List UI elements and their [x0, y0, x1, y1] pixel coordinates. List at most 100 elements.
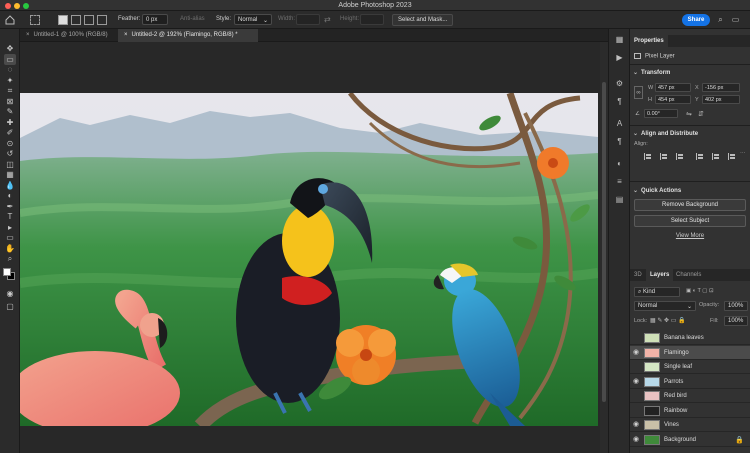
dodge-icon[interactable]: ◐ — [4, 190, 16, 201]
screen-mode-icon[interactable]: ▢ — [4, 301, 16, 312]
foreground-color-swatch[interactable] — [3, 268, 11, 276]
brush-icon[interactable]: ✐ — [4, 127, 16, 138]
quick-mask-icon[interactable]: ◉ — [4, 288, 16, 299]
search-icon[interactable]: ⌕ — [716, 15, 725, 24]
remove-background-button[interactable]: Remove Background — [634, 199, 746, 211]
home-icon[interactable] — [5, 15, 15, 25]
frame-icon[interactable]: ⊠ — [4, 96, 16, 107]
height-input[interactable] — [360, 14, 384, 25]
visibility-eye-icon[interactable] — [633, 363, 640, 370]
marquee-tool-icon[interactable] — [30, 15, 40, 25]
history-brush-icon[interactable]: ↺ — [4, 148, 16, 159]
grid-icon[interactable]: ▦ — [614, 35, 625, 45]
adjust-icon[interactable]: ◐ — [614, 159, 625, 169]
stamp-icon[interactable]: ⊙ — [4, 138, 16, 149]
width-input[interactable] — [296, 14, 320, 25]
lasso-icon[interactable]: ◌ — [4, 64, 16, 75]
layer-row[interactable]: Red bird — [630, 389, 750, 403]
sliders-icon[interactable]: ≡ — [614, 177, 625, 187]
feather-input[interactable]: 0 px — [142, 14, 168, 25]
visibility-eye-icon[interactable]: ◉ — [633, 421, 640, 428]
visibility-eye-icon[interactable] — [633, 334, 640, 341]
visibility-eye-icon[interactable] — [633, 407, 640, 414]
lock-options-icons[interactable]: ▦ ✎ ✥ ▭ 🔒 — [650, 317, 686, 324]
paragraph-icon[interactable]: ¶ — [614, 97, 625, 107]
quick-actions-header[interactable]: ⌄ Quick Actions — [633, 187, 681, 194]
visibility-eye-icon[interactable]: ◉ — [633, 349, 640, 356]
healing-icon[interactable]: ✚ — [4, 117, 16, 128]
zoom-icon[interactable]: ⌕ — [4, 253, 16, 264]
pen-icon[interactable]: ✒ — [4, 201, 16, 212]
width-field[interactable]: 457 px — [655, 83, 691, 92]
swatches-icon[interactable]: ▤ — [614, 195, 625, 205]
align-bottom-icon[interactable] — [728, 153, 736, 160]
layer-row[interactable]: Single leaf — [630, 360, 750, 374]
new-selection-icon[interactable] — [58, 15, 68, 25]
share-button[interactable]: Share — [682, 14, 710, 26]
properties-icon[interactable]: ⚙ — [614, 79, 625, 89]
filter-kind-select[interactable]: ⌕ Kind — [634, 287, 680, 297]
style-select[interactable]: Normal ⌄ — [234, 14, 272, 25]
layer-row[interactable]: ◉ Flamingo — [630, 345, 750, 360]
align-left-icon[interactable] — [644, 153, 652, 160]
layer-row[interactable]: ◉ Parrots — [630, 375, 750, 389]
height-field[interactable]: 454 px — [655, 95, 691, 104]
close-tab-icon[interactable]: × — [124, 32, 128, 38]
swap-dimensions-icon[interactable]: ⇄ — [324, 15, 334, 25]
object-select-icon[interactable]: ✦ — [4, 75, 16, 86]
text-icon[interactable]: A — [614, 119, 625, 129]
antialias-checkbox[interactable]: Anti-alias — [180, 16, 205, 22]
flip-horizontal-icon[interactable]: ⇋ — [686, 110, 692, 118]
tab-layers[interactable]: Layers — [646, 269, 674, 281]
paragraph-style-icon[interactable]: ¶ — [614, 137, 625, 147]
y-field[interactable]: 402 px — [702, 95, 740, 104]
angle-field[interactable]: 0.00° — [644, 109, 678, 118]
align-section-header[interactable]: ⌄ Align and Distribute — [633, 130, 698, 137]
blur-icon[interactable]: 💧 — [4, 180, 16, 191]
canvas-workspace[interactable] — [20, 42, 600, 453]
tab-channels[interactable]: Channels — [672, 269, 705, 281]
path-select-icon[interactable]: ▸ — [4, 222, 16, 233]
view-more-link[interactable]: View More — [630, 233, 750, 239]
artwork-canvas[interactable] — [20, 93, 598, 426]
tab-untitled-2[interactable]: × Untitled-2 @ 192% (Flamingo, RGB/8) * — [118, 29, 258, 42]
layer-row[interactable]: ◉ Background 🔒 — [630, 433, 750, 447]
move-icon[interactable]: ✥ — [4, 43, 16, 54]
select-subject-button[interactable]: Select Subject — [634, 215, 746, 227]
play-icon[interactable]: ▶ — [614, 53, 625, 63]
add-selection-icon[interactable] — [71, 15, 81, 25]
align-center-h-icon[interactable] — [660, 153, 668, 160]
lock-icon[interactable]: 🔒 — [735, 436, 744, 444]
crop-icon[interactable]: ⌗ — [4, 85, 16, 96]
subtract-selection-icon[interactable] — [84, 15, 94, 25]
type-icon[interactable]: T — [4, 211, 16, 222]
gradient-icon[interactable]: ▦ — [4, 169, 16, 180]
rectangle-icon[interactable]: ▭ — [4, 232, 16, 243]
scrollbar-thumb[interactable] — [602, 82, 606, 402]
eraser-icon[interactable]: ◫ — [4, 159, 16, 170]
x-field[interactable]: -156 px — [702, 83, 740, 92]
eyedropper-icon[interactable]: ✎ — [4, 106, 16, 117]
visibility-eye-icon[interactable] — [633, 392, 640, 399]
align-middle-icon[interactable] — [712, 153, 720, 160]
more-options-icon[interactable]: ⋯ — [740, 151, 746, 157]
tab-untitled-1[interactable]: × Untitled-1 @ 100% (RGB/8) — [20, 29, 117, 42]
select-and-mask-button[interactable]: Select and Mask... — [392, 14, 454, 26]
intersect-selection-icon[interactable] — [97, 15, 107, 25]
transform-section-header[interactable]: ⌄ Transform — [633, 69, 670, 76]
tab-properties[interactable]: Properties — [630, 35, 668, 47]
link-dimensions-icon[interactable]: ∞ — [634, 86, 643, 99]
align-top-icon[interactable] — [696, 153, 704, 160]
workspace-icon[interactable]: ▭ — [731, 15, 740, 24]
blend-mode-select[interactable]: Normal ⌄ — [634, 301, 696, 311]
opacity-field[interactable]: 100% — [724, 301, 748, 311]
layer-row[interactable]: Rainbow — [630, 404, 750, 418]
layer-row[interactable]: Banana leaves — [630, 331, 750, 345]
filter-icons[interactable]: ▣ ◐ T ▢ ⊡ — [686, 288, 714, 294]
visibility-eye-icon[interactable]: ◉ — [633, 378, 640, 385]
vertical-scrollbar[interactable] — [600, 42, 608, 453]
align-right-icon[interactable] — [676, 153, 684, 160]
marquee-icon[interactable]: ▭ — [4, 53, 16, 65]
visibility-eye-icon[interactable]: ◉ — [633, 436, 640, 443]
fill-field[interactable]: 100% — [724, 316, 748, 326]
